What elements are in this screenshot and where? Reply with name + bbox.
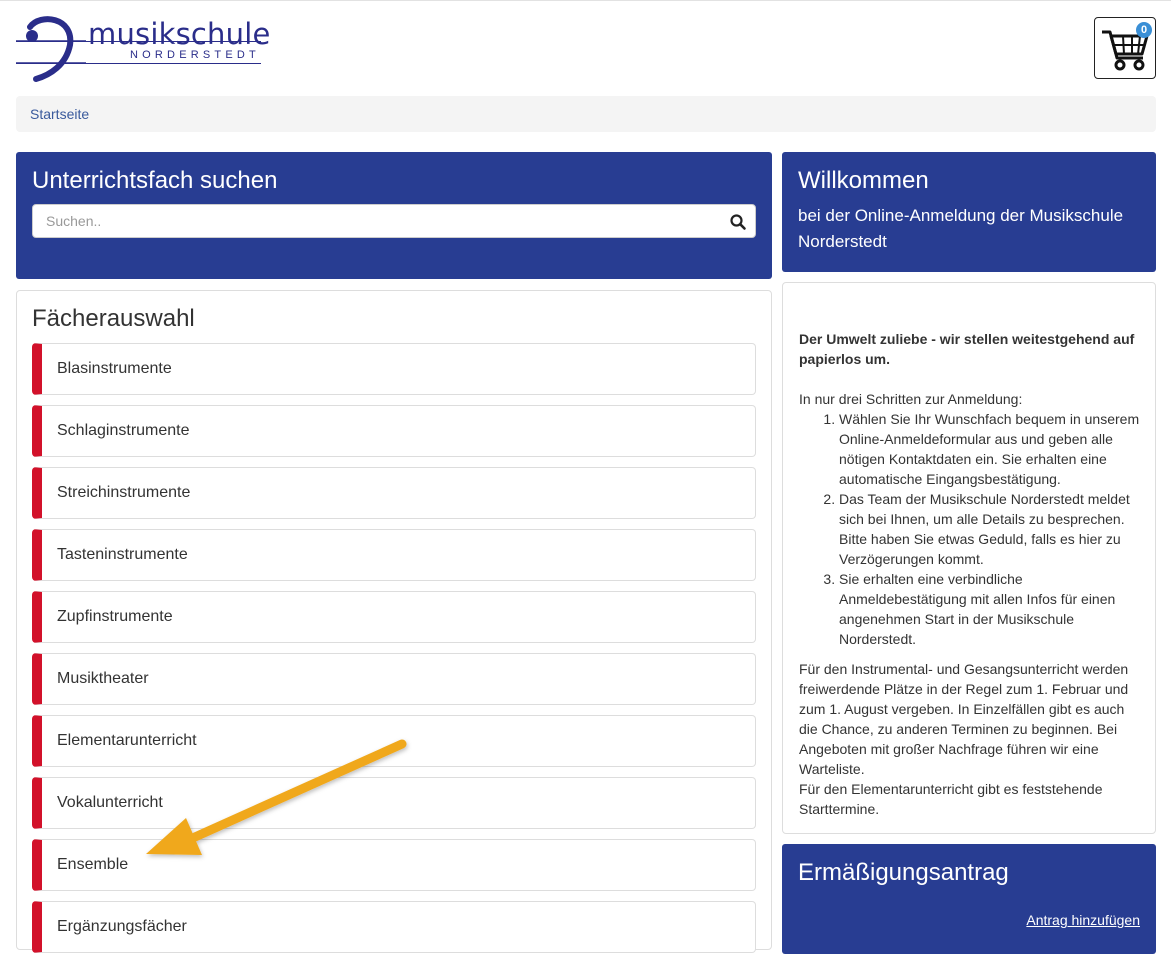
subject-item-blasinstrumente[interactable]: Blasinstrumente [32, 343, 756, 395]
search-panel-title: Unterrichtsfach suchen [32, 167, 278, 194]
logo-wordmark: musikschule [88, 17, 271, 51]
logo-subtitle: NORDERSTEDT [130, 49, 260, 61]
subject-item-tasteninstrumente[interactable]: Tasteninstrumente [32, 529, 756, 581]
search-icon[interactable] [729, 213, 747, 231]
environment-note: Der Umwelt zuliebe - wir stellen weitest… [799, 331, 1135, 367]
breadcrumb: Startseite [16, 96, 1156, 132]
bass-clef-logo-icon [16, 16, 86, 82]
search-field [32, 204, 756, 238]
subject-selection-panel: Fächerauswahl Blasinstrumente Schlaginst… [16, 290, 772, 953]
cart-count-badge: 0 [1136, 22, 1152, 38]
steps-list: Wählen Sie Ihr Wunschfach bequem in unse… [799, 409, 1140, 649]
musikschule-logo[interactable]: musikschule NORDERSTEDT [16, 15, 270, 83]
welcome-title: Willkommen [798, 167, 929, 194]
welcome-subtitle: bei der Online-Anmeldung der Musikschule… [798, 206, 1124, 251]
step-item: Wählen Sie Ihr Wunschfach bequem in unse… [839, 409, 1140, 489]
welcome-panel: Willkommen bei der Online-Anmeldung der … [782, 152, 1156, 272]
breadcrumb-home-link[interactable]: Startseite [30, 106, 89, 122]
subject-item-ergaenzungsfaecher[interactable]: Ergänzungsfächer [32, 901, 756, 953]
subject-item-zupfinstrumente[interactable]: Zupfinstrumente [32, 591, 756, 643]
step-item: Das Team der Musikschule Norderstedt mel… [839, 489, 1140, 569]
search-input[interactable] [44, 212, 704, 230]
instrumental-info-text: Für den Instrumental- und Gesangsunterri… [799, 661, 1129, 777]
step-item: Sie erhalten eine verbindliche Anmeldebe… [839, 569, 1140, 649]
subject-search-panel: Unterrichtsfach suchen [16, 152, 772, 279]
steps-intro: In nur drei Schritten zur Anmeldung: [799, 391, 1023, 407]
shopping-cart-button[interactable]: 0 [1094, 17, 1156, 79]
subject-item-schlaginstrumente[interactable]: Schlaginstrumente [32, 405, 756, 457]
subject-item-streichinstrumente[interactable]: Streichinstrumente [32, 467, 756, 519]
registration-info-panel: Der Umwelt zuliebe - wir stellen weitest… [782, 282, 1156, 834]
add-request-link[interactable]: Antrag hinzufügen [1026, 912, 1140, 928]
subject-selection-title: Fächerauswahl [32, 305, 195, 332]
subject-item-vokalunterricht[interactable]: Vokalunterricht [32, 777, 756, 829]
discount-title: Ermäßigungsantrag [798, 859, 1009, 886]
elementary-info-text: Für den Elementarunterricht gibt es fest… [799, 781, 1103, 817]
discount-request-panel: Ermäßigungsantrag Antrag hinzufügen [782, 844, 1156, 954]
subject-item-elementarunterricht[interactable]: Elementarunterricht [32, 715, 756, 767]
subject-item-ensemble[interactable]: Ensemble [32, 839, 756, 891]
subject-item-musiktheater[interactable]: Musiktheater [32, 653, 756, 705]
